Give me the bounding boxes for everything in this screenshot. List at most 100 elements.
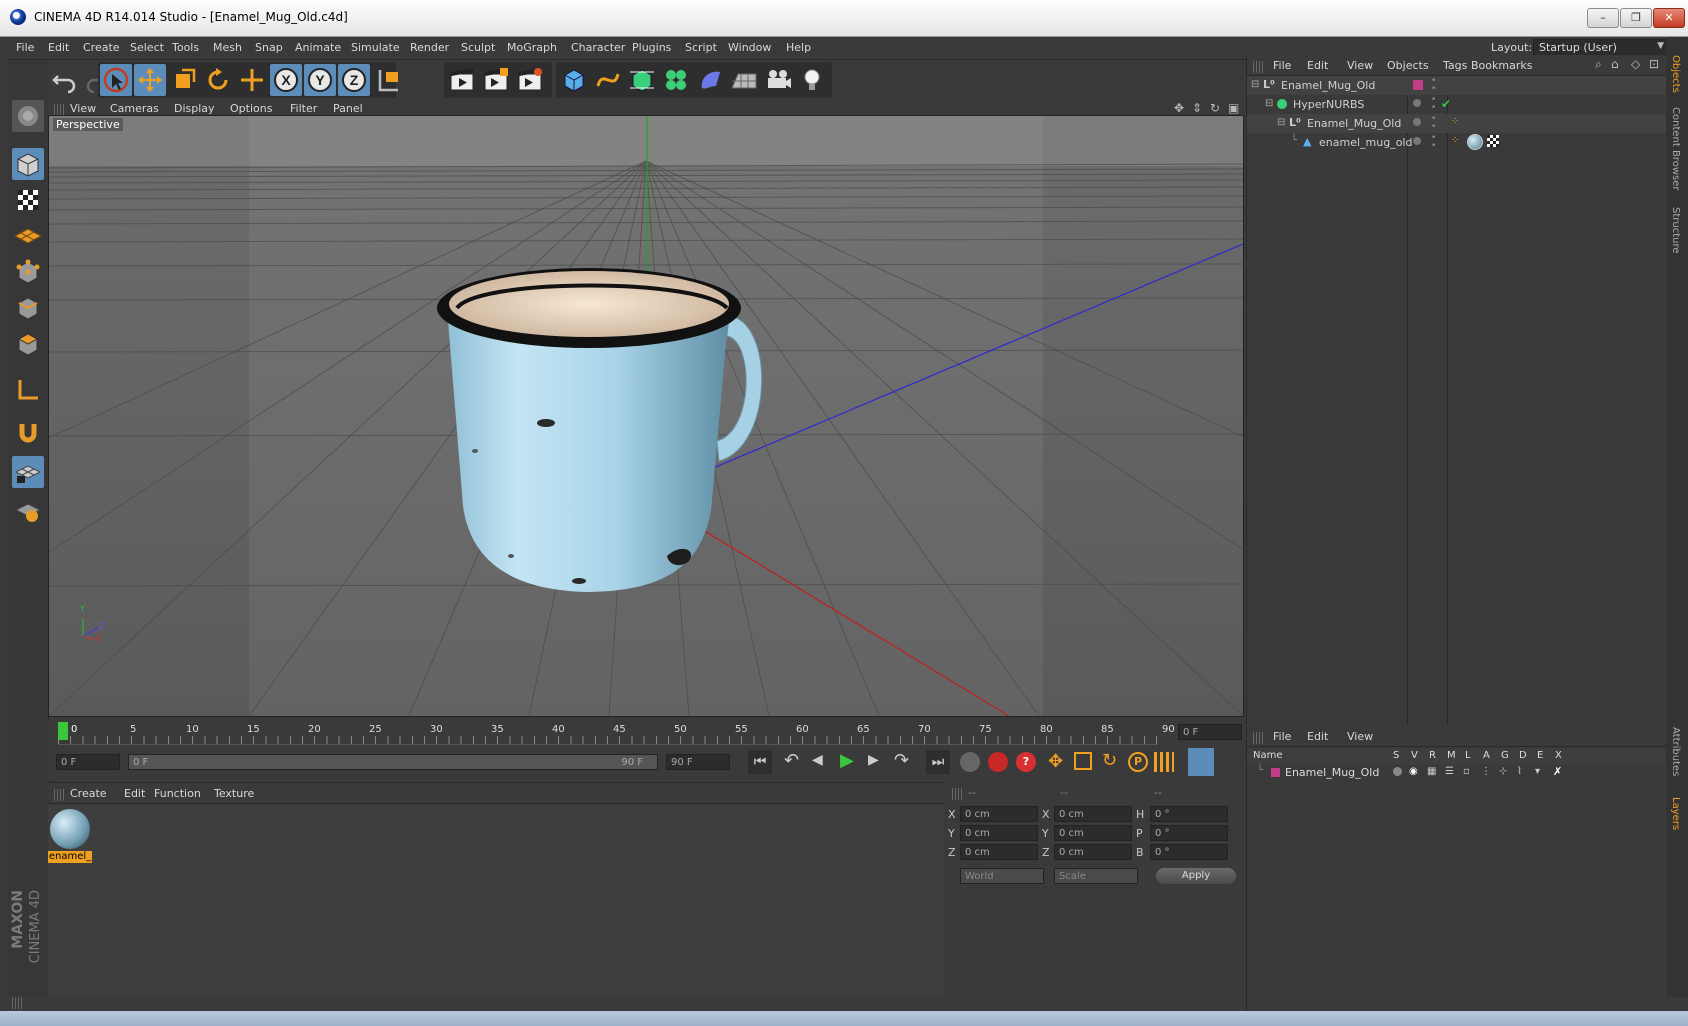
camera-button[interactable] (762, 64, 794, 96)
material-menu-texture[interactable]: Texture (214, 787, 254, 800)
mograph-cloner-button[interactable] (660, 64, 692, 96)
key-position-icon[interactable]: ✥ (1048, 751, 1063, 772)
deformer-button[interactable] (694, 64, 726, 96)
key-parameter-icon[interactable]: P (1128, 752, 1148, 772)
model-mode-button[interactable] (12, 148, 44, 180)
rotation-b-field[interactable]: 0 ° (1150, 844, 1228, 860)
menu-plugins[interactable]: Plugins (632, 41, 671, 54)
points-mode-button[interactable] (12, 256, 44, 288)
tab-attributes[interactable]: Attributes (1670, 727, 1681, 776)
object-menu-bookmarks[interactable]: Bookmarks (1471, 59, 1532, 72)
rotate-button[interactable] (202, 64, 234, 96)
key-point-level-icon[interactable] (1154, 752, 1174, 772)
object-menu-edit[interactable]: Edit (1307, 59, 1328, 72)
key-scale-icon[interactable] (1074, 752, 1092, 770)
object-menu-objects[interactable]: Objects (1387, 59, 1429, 72)
solo-toggle-icon[interactable] (1393, 767, 1402, 776)
animation-toggle-icon[interactable]: ⋮ (1481, 766, 1491, 777)
object-name[interactable]: Enamel_Mug_Old (1281, 79, 1375, 92)
manager-toggle-icon[interactable]: ☰ (1445, 766, 1454, 777)
visibility-dots-icon[interactable]: • • (1431, 134, 1436, 151)
material-menu-function[interactable]: Function (154, 787, 201, 800)
undo-button[interactable] (48, 64, 80, 96)
layer-menu-file[interactable]: File (1273, 730, 1291, 743)
move-button[interactable] (134, 64, 166, 96)
menu-script[interactable]: Script (685, 41, 717, 54)
menu-simulate[interactable]: Simulate (351, 41, 400, 54)
size-z-field[interactable]: 0 cm (1054, 844, 1132, 860)
tab-layers[interactable]: Layers (1670, 797, 1681, 830)
go-to-start-icon[interactable]: ⏮ (748, 750, 772, 774)
size-mode-dropdown[interactable]: Scale (1054, 868, 1138, 884)
viewport-maximize-icon[interactable]: ▣ (1228, 101, 1239, 115)
position-x-field[interactable]: 0 cm (960, 806, 1038, 822)
column-render[interactable]: R (1429, 750, 1436, 761)
render-picture-viewer-button[interactable] (480, 64, 512, 96)
position-y-field[interactable]: 0 cm (960, 825, 1038, 841)
previous-key-icon[interactable]: ↶ (784, 750, 799, 771)
sculpt-brush-tool[interactable] (12, 100, 44, 132)
layer-row[interactable]: └ Enamel_Mug_Old ◉ ▦ ☰ ▫ ⋮ ⊹ ⌇ ▾ ✗ (1247, 765, 1667, 781)
search-icon[interactable]: ⌕ (1595, 57, 1602, 72)
menu-window[interactable]: Window (728, 41, 771, 54)
object-name[interactable]: enamel_mug_old (1319, 136, 1412, 149)
environment-floor-button[interactable] (728, 64, 760, 96)
viewport-menu-panel[interactable]: Panel (333, 102, 363, 115)
current-frame-field[interactable]: 0 F (1178, 724, 1242, 740)
tag-dots-icon[interactable]: ⁘ (1451, 116, 1459, 127)
column-deformers[interactable]: D (1519, 750, 1527, 761)
object-menu-tags[interactable]: Tags (1443, 59, 1467, 72)
render-settings-button[interactable] (514, 64, 546, 96)
collapse-toggle-icon[interactable]: ⊟ (1251, 79, 1259, 90)
object-menu-file[interactable]: File (1273, 59, 1291, 72)
spline-button[interactable] (592, 64, 624, 96)
menu-edit[interactable]: Edit (48, 41, 69, 54)
layer-color-swatch[interactable] (1271, 768, 1280, 777)
play-icon[interactable]: ▶ (840, 750, 854, 771)
y-axis-lock-button[interactable]: Y (304, 64, 336, 96)
end-frame-field[interactable]: 90 F (666, 754, 730, 770)
autokey-question-icon[interactable]: ? (1016, 752, 1036, 772)
go-to-end-icon[interactable]: ⏭ (926, 750, 950, 774)
viewport-menu-options[interactable]: Options (230, 102, 272, 115)
locked-workplane-button[interactable] (12, 494, 44, 526)
3d-viewport[interactable]: Perspective Y Z X (48, 115, 1244, 717)
cube-primitive-button[interactable] (558, 64, 590, 96)
column-animation[interactable]: A (1483, 750, 1490, 761)
previous-frame-icon[interactable]: ◀ (812, 752, 823, 768)
menu-create[interactable]: Create (83, 41, 120, 54)
close-button[interactable]: ✕ (1653, 8, 1685, 28)
new-window-icon[interactable]: ⊡ (1649, 57, 1659, 71)
uvw-tag-icon[interactable] (1487, 135, 1499, 147)
visibility-dots-icon[interactable]: • • (1431, 96, 1436, 113)
layer-name[interactable]: Enamel_Mug_Old (1285, 766, 1379, 779)
collapse-toggle-icon[interactable]: ⊟ (1277, 117, 1285, 128)
render-toggle-icon[interactable]: ▦ (1427, 766, 1436, 777)
edges-mode-button[interactable] (12, 292, 44, 324)
menu-file[interactable]: File (16, 41, 34, 54)
coordinate-mode-dropdown[interactable]: World (960, 868, 1044, 884)
rotation-p-field[interactable]: 0 ° (1150, 825, 1228, 841)
column-name[interactable]: Name (1253, 750, 1283, 761)
visibility-dots-icon[interactable]: • • (1431, 77, 1436, 94)
apply-button[interactable]: Apply (1156, 868, 1236, 884)
record-keyframe-icon[interactable] (988, 752, 1008, 772)
column-xref[interactable]: X (1555, 750, 1562, 761)
tab-structure[interactable]: Structure (1670, 207, 1681, 254)
column-expressions[interactable]: E (1537, 750, 1543, 761)
xref-toggle-icon[interactable]: ✗ (1553, 765, 1562, 778)
viewport-menu-filter[interactable]: Filter (290, 102, 317, 115)
record-disabled-icon[interactable] (960, 752, 980, 772)
texture-mode-button[interactable] (12, 184, 44, 216)
menu-character[interactable]: Character (571, 41, 625, 54)
menu-render[interactable]: Render (410, 41, 449, 54)
menu-help[interactable]: Help (786, 41, 811, 54)
object-row[interactable]: ⊟ L⁰ Enamel_Mug_Old • • ⁘ (1247, 114, 1667, 133)
visibility-dots-icon[interactable]: • • (1431, 115, 1436, 132)
object-row[interactable]: └ ▲ enamel_mug_old • • ⁘ (1247, 133, 1667, 152)
column-generators[interactable]: G (1501, 750, 1509, 761)
lock-icon[interactable]: ▫ (1463, 766, 1470, 777)
polygons-mode-button[interactable] (12, 328, 44, 360)
next-frame-icon[interactable]: ▶ (868, 752, 879, 768)
live-selection-button[interactable] (100, 64, 132, 96)
